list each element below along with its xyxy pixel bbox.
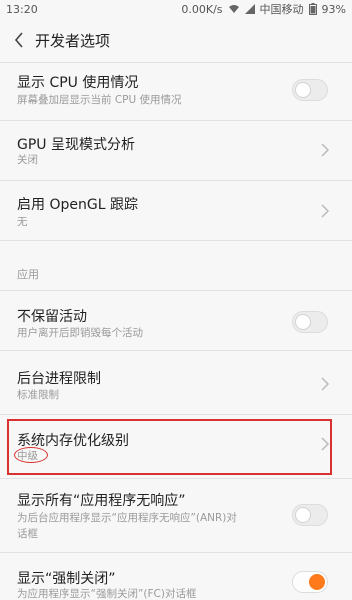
setting-show-cpu-usage[interactable]: 显示 CPU 使用情况 屏幕叠加层显示当前 CPU 使用情况 — [0, 62, 352, 120]
status-indicators: 0.00K/s 中国移动 93% — [181, 1, 346, 17]
show-all-anrs-toggle[interactable] — [292, 504, 328, 526]
toggle-knob — [295, 82, 311, 98]
show-force-close-toggle[interactable] — [292, 571, 328, 593]
battery-level: 93% — [321, 2, 346, 16]
signal-icon — [244, 4, 255, 14]
setting-dont-keep-activities[interactable]: 不保留活动 用户离开后即销毁每个活动 — [0, 290, 352, 350]
setting-title: GPU 呈现模式分析 — [17, 137, 135, 153]
chevron-right-icon — [321, 204, 330, 218]
setting-title: 显示所有“应用程序无响应” — [17, 493, 186, 509]
setting-subtitle: 用户离开后即销毁每个活动 — [17, 327, 143, 339]
setting-show-force-close[interactable]: 显示“强制关闭” 为应用程序显示“强制关闭”(FC)对话框 — [0, 552, 352, 600]
setting-subtitle-line1: 为后台应用程序显示“应用程序无响应”(ANR)对 — [17, 512, 237, 524]
setting-subtitle-line2: 话框 — [17, 528, 38, 540]
setting-subtitle: 无 — [17, 216, 28, 228]
app-header: 开发者选项 — [0, 18, 352, 62]
setting-opengl-trace[interactable]: 启用 OpenGL 跟踪 无 — [0, 180, 352, 240]
toggle-knob — [295, 314, 311, 330]
cpu-usage-toggle[interactable] — [292, 79, 328, 101]
setting-title: 启用 OpenGL 跟踪 — [17, 197, 138, 213]
chevron-right-icon — [321, 143, 330, 157]
setting-subtitle: 为应用程序显示“强制关闭”(FC)对话框 — [17, 588, 197, 600]
battery-icon — [308, 3, 317, 15]
page-title: 开发者选项 — [35, 31, 111, 50]
back-arrow-icon[interactable] — [9, 30, 29, 50]
carrier-name: 中国移动 — [259, 3, 304, 16]
setting-show-all-anrs[interactable]: 显示所有“应用程序无响应” 为后台应用程序显示“应用程序无响应”(ANR)对 话… — [0, 478, 352, 552]
toggle-knob — [295, 507, 311, 523]
dont-keep-activities-toggle[interactable] — [292, 311, 328, 333]
setting-subtitle: 标准限制 — [17, 389, 59, 401]
setting-background-process-limit[interactable]: 后台进程限制 标准限制 — [0, 350, 352, 414]
toggle-knob — [309, 574, 325, 590]
row-divider — [0, 240, 352, 241]
setting-subtitle: 屏幕叠加层显示当前 CPU 使用情况 — [17, 94, 182, 106]
setting-gpu-profile[interactable]: GPU 呈现模式分析 关闭 — [0, 120, 352, 180]
setting-title: 后台进程限制 — [17, 371, 101, 387]
wifi-icon — [228, 4, 240, 14]
setting-title: 不保留活动 — [17, 309, 87, 325]
network-speed: 0.00K/s — [181, 2, 223, 16]
setting-title: 显示“强制关闭” — [17, 571, 116, 587]
highlight-annotation-box — [7, 419, 332, 475]
chevron-right-icon — [321, 377, 330, 391]
setting-title: 显示 CPU 使用情况 — [17, 75, 139, 91]
highlight-annotation-oval — [14, 447, 48, 463]
setting-subtitle: 关闭 — [17, 154, 38, 166]
status-time: 13:20 — [6, 2, 38, 16]
status-bar: 13:20 0.00K/s 中国移动 93% — [0, 0, 352, 18]
section-label-apps: 应用 — [17, 268, 39, 281]
